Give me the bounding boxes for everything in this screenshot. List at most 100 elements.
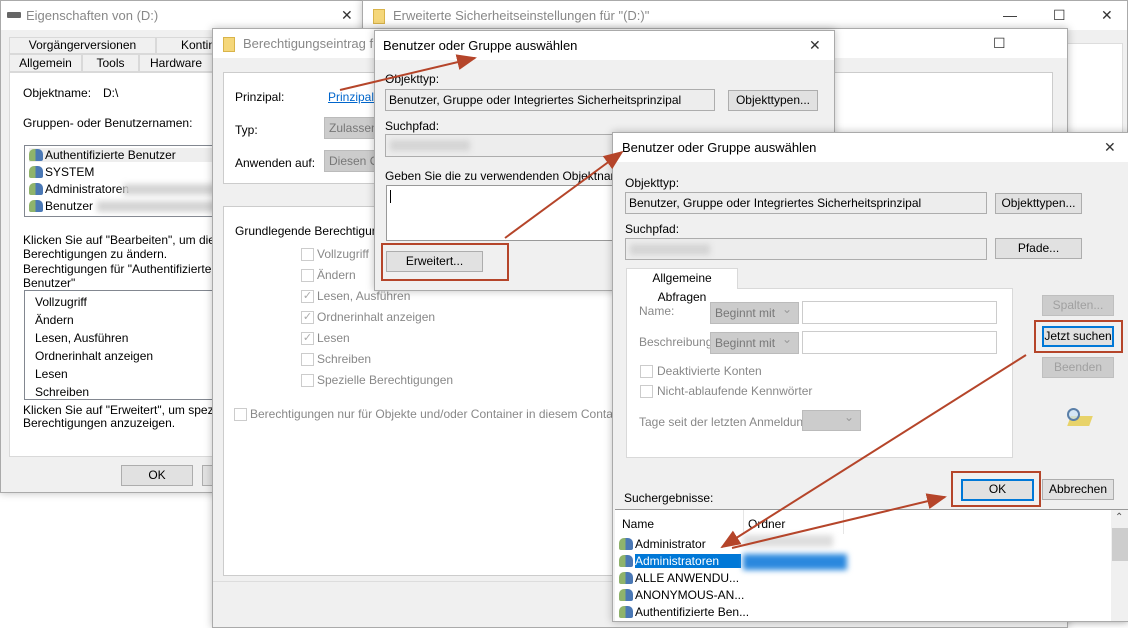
scrollbar[interactable]: ⌃ bbox=[1111, 510, 1128, 621]
paths-button[interactable]: Pfade... bbox=[995, 238, 1082, 259]
group-icon bbox=[619, 572, 633, 584]
result-row[interactable]: Administrator bbox=[619, 535, 833, 551]
maximize-icon[interactable]: ☐ bbox=[993, 35, 1006, 52]
select-principal-link[interactable]: Prinzipal bbox=[328, 90, 374, 104]
close-icon[interactable]: ✕ bbox=[341, 7, 353, 24]
name-input[interactable] bbox=[802, 301, 997, 324]
name-condition-select[interactable]: Beginnt mit bbox=[710, 302, 799, 324]
scroll-thumb[interactable] bbox=[1112, 528, 1128, 561]
only-container-checkbox[interactable] bbox=[234, 408, 247, 421]
close-icon[interactable]: ✕ bbox=[809, 37, 821, 54]
list-item[interactable]: SYSTEM bbox=[29, 165, 94, 179]
principal-label: Prinzipal: bbox=[235, 90, 285, 104]
highlight-box bbox=[951, 471, 1041, 507]
close-icon[interactable]: ✕ bbox=[1104, 139, 1116, 156]
result-row[interactable]: ANONYMOUS-AN... bbox=[619, 588, 744, 602]
permission-label: Lesen, Ausführen bbox=[317, 289, 411, 303]
list-item[interactable]: Administratoren bbox=[29, 182, 223, 196]
group-icon bbox=[29, 149, 43, 161]
group-icon bbox=[29, 166, 43, 178]
permission-checkbox[interactable]: ✓ bbox=[301, 311, 314, 324]
drive-icon bbox=[7, 12, 21, 18]
apply-to-label: Anwenden auf: bbox=[235, 156, 316, 170]
tab-tools[interactable]: Tools bbox=[82, 54, 139, 72]
nonexpiring-checkbox[interactable] bbox=[640, 385, 653, 398]
permission-checkbox[interactable] bbox=[301, 269, 314, 282]
minimize-icon[interactable]: — bbox=[1003, 7, 1017, 23]
folder-icon bbox=[373, 9, 385, 24]
type-label: Typ: bbox=[235, 123, 258, 137]
permissions-for-label: Berechtigungen für "Authentifizierte bbox=[23, 262, 212, 276]
window-title: Berechtigungseintrag für bbox=[243, 36, 385, 51]
permission-item: Ordnerinhalt anzeigen bbox=[35, 349, 154, 363]
permission-label: Lesen bbox=[317, 331, 350, 345]
object-type-field: Benutzer, Gruppe oder Integriertes Siche… bbox=[625, 192, 987, 214]
results-label: Suchergebnisse: bbox=[624, 491, 714, 505]
permission-label: Ändern bbox=[317, 268, 356, 282]
window-title: Benutzer oder Gruppe auswählen bbox=[622, 140, 817, 155]
maximize-icon[interactable]: ☐ bbox=[1053, 7, 1066, 24]
group-icon bbox=[29, 200, 43, 212]
disabled-accounts-checkbox[interactable] bbox=[640, 365, 653, 378]
title-bar: Benutzer oder Gruppe auswählen ✕ bbox=[613, 133, 1128, 162]
result-row[interactable]: Authentifizierte Ben... bbox=[619, 605, 749, 619]
group-icon bbox=[619, 589, 633, 601]
column-header-name[interactable]: Name bbox=[622, 517, 654, 531]
permissions-for-label: Benutzer" bbox=[23, 276, 76, 290]
days-select[interactable] bbox=[802, 410, 861, 431]
permission-item: Lesen, Ausführen bbox=[35, 331, 129, 345]
permission-checkbox[interactable] bbox=[301, 353, 314, 366]
title-bar: Eigenschaften von (D:) ✕ bbox=[1, 1, 363, 30]
ok-button[interactable]: OK bbox=[121, 465, 193, 486]
tab-general[interactable]: Allgemein bbox=[9, 54, 82, 72]
tab-hardware[interactable]: Hardware bbox=[139, 54, 213, 72]
result-row[interactable]: ALLE ANWENDU... bbox=[619, 571, 739, 585]
result-name: Administratoren bbox=[635, 554, 741, 568]
description-input[interactable] bbox=[802, 331, 997, 354]
select-user-advanced-dialog: Benutzer oder Gruppe auswählen ✕ Objektt… bbox=[612, 132, 1128, 622]
hint-text: Berechtigungen anzuzeigen. bbox=[23, 416, 176, 430]
result-row[interactable]: Administratoren bbox=[619, 554, 847, 570]
window-title: Erweiterte Sicherheitseinstellungen für … bbox=[393, 8, 650, 23]
columns-button[interactable]: Spalten... bbox=[1042, 295, 1114, 316]
highlight-box bbox=[1034, 320, 1123, 353]
hint-text: Klicken Sie auf "Erweitert", um speziell… bbox=[23, 403, 235, 417]
stop-button[interactable]: Beenden bbox=[1042, 357, 1114, 378]
list-item[interactable]: Benutzer bbox=[29, 199, 217, 213]
list-item[interactable]: Authentifizierte Benutzer bbox=[29, 148, 219, 162]
object-label: Objektname: bbox=[23, 86, 92, 100]
permission-checkbox[interactable] bbox=[301, 248, 314, 261]
result-name: ALLE ANWENDU... bbox=[635, 571, 740, 585]
tab-previous-versions[interactable]: Vorgängerversionen bbox=[9, 37, 156, 54]
permission-checkbox[interactable]: ✓ bbox=[301, 290, 314, 303]
search-path-label: Suchpfad: bbox=[625, 222, 680, 236]
permission-label: Ordnerinhalt anzeigen bbox=[317, 310, 436, 324]
object-types-button[interactable]: Objekttypen... bbox=[728, 90, 818, 111]
user-icon bbox=[619, 538, 633, 550]
title-bar: Benutzer oder Gruppe auswählen ✕ bbox=[375, 31, 834, 60]
results-list[interactable]: Name Ordner Administrator Administratoren… bbox=[615, 509, 1128, 621]
cancel-button[interactable]: Abbrechen bbox=[1042, 479, 1114, 500]
group-icon bbox=[619, 555, 633, 567]
hint-text: Berechtigungen zu ändern. bbox=[23, 247, 168, 261]
close-icon[interactable]: ✕ bbox=[1101, 7, 1113, 24]
search-path-label: Suchpfad: bbox=[385, 119, 440, 133]
days-label: Tage seit der letzten Anmeldung: bbox=[639, 415, 814, 429]
description-condition-select[interactable]: Beginnt mit bbox=[710, 332, 799, 354]
highlight-box bbox=[381, 243, 509, 281]
title-bar: Erweiterte Sicherheitseinstellungen für … bbox=[363, 1, 1127, 30]
object-types-button[interactable]: Objekttypen... bbox=[995, 193, 1082, 214]
column-header-folder[interactable]: Ordner bbox=[748, 517, 785, 531]
permission-checkbox[interactable] bbox=[301, 374, 314, 387]
permission-checkbox[interactable]: ✓ bbox=[301, 332, 314, 345]
object-type-label: Objekttyp: bbox=[625, 176, 680, 190]
object-value: D:\ bbox=[103, 86, 119, 100]
tab-common-queries[interactable]: Allgemeine Abfragen bbox=[626, 268, 738, 304]
permission-item: Vollzugriff bbox=[35, 295, 87, 309]
scroll-up-icon[interactable]: ⌃ bbox=[1115, 512, 1123, 523]
result-name: Administrator bbox=[635, 537, 706, 551]
window-title: Eigenschaften von (D:) bbox=[26, 8, 159, 23]
permission-item: Lesen bbox=[35, 367, 68, 381]
object-type-label: Objekttyp: bbox=[385, 72, 440, 86]
object-names-label: Geben Sie die zu verwendenden Objektname… bbox=[385, 169, 644, 183]
